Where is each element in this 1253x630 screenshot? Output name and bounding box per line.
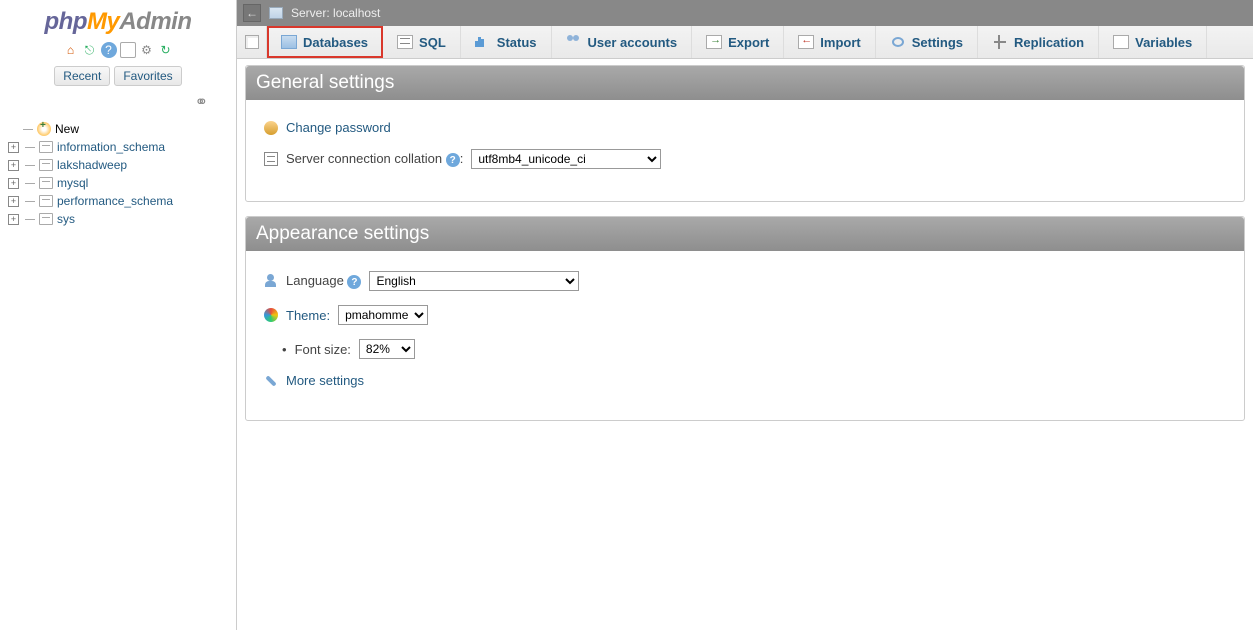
users-icon [566, 35, 582, 49]
palette-icon [264, 308, 278, 322]
home-icon[interactable]: ⌂ [63, 42, 79, 58]
tab-sql[interactable]: SQL [383, 26, 461, 58]
status-icon [475, 35, 491, 49]
panel-title: Appearance settings [246, 217, 1244, 251]
breadcrumb-label[interactable]: Server: localhost [291, 6, 380, 20]
panel-title: General settings [246, 66, 1244, 100]
tree-new[interactable]: New [8, 120, 232, 138]
collation-select[interactable]: utf8mb4_unicode_ci [471, 149, 661, 169]
database-icon [39, 177, 53, 189]
back-button[interactable]: ← [243, 4, 261, 22]
expand-icon[interactable]: + [8, 160, 19, 171]
tab-settings[interactable]: Settings [876, 26, 978, 58]
tab-databases[interactable]: Databases [267, 26, 383, 58]
new-icon [37, 122, 51, 136]
gear-icon[interactable]: ⚙ [139, 42, 155, 58]
theme-label[interactable]: Theme: [286, 308, 330, 323]
breadcrumb: ← Server: localhost [237, 0, 1253, 26]
tree-item-mysql[interactable]: + mysql [8, 174, 232, 192]
replication-icon [992, 35, 1008, 49]
expand-icon[interactable]: + [8, 178, 19, 189]
collation-icon [264, 152, 278, 166]
expand-icon[interactable]: + [8, 214, 19, 225]
tree-item-sys[interactable]: + sys [8, 210, 232, 228]
sql-icon [397, 35, 413, 49]
export-icon [706, 35, 722, 49]
settings-icon [890, 35, 906, 49]
sidebar-tabs: Recent Favorites [0, 64, 236, 90]
more-settings-link[interactable]: More settings [286, 373, 364, 388]
wrench-icon [264, 374, 278, 388]
server-icon [269, 7, 283, 19]
sidebar-toolbar: ⌂ ⎋ ? ⚙ ↻ [0, 38, 236, 64]
sidebar: phpMyAdmin ⌂ ⎋ ? ⚙ ↻ Recent Favorites ⚭ … [0, 0, 237, 630]
exit-icon[interactable]: ⎋ [82, 42, 98, 58]
tree-item-information_schema[interactable]: + information_schema [8, 138, 232, 156]
tab-import[interactable]: Import [784, 26, 875, 58]
docs-icon[interactable] [120, 42, 136, 58]
database-icon [39, 213, 53, 225]
db-tree: New + information_schema + lakshadweep +… [0, 116, 236, 232]
collapse-link-icon[interactable]: ⚭ [0, 90, 236, 116]
nav-handle[interactable] [237, 26, 267, 58]
main: ← Server: localhost Databases SQL Status [237, 0, 1253, 630]
help-icon[interactable]: ? [101, 42, 117, 58]
database-icon [39, 159, 53, 171]
database-icon [39, 141, 53, 153]
top-nav: Databases SQL Status User accounts Expor… [237, 26, 1253, 59]
database-icon [281, 35, 297, 49]
change-password-link[interactable]: Change password [286, 120, 391, 135]
tree-item-lakshadweep[interactable]: + lakshadweep [8, 156, 232, 174]
tab-export[interactable]: Export [692, 26, 784, 58]
tab-recent[interactable]: Recent [54, 66, 110, 86]
panel-appearance-settings: Appearance settings Language ? English [245, 216, 1245, 421]
fontsize-select[interactable]: 82% [359, 339, 415, 359]
tree-item-performance_schema[interactable]: + performance_schema [8, 192, 232, 210]
expand-icon[interactable]: + [8, 196, 19, 207]
language-label: Language ? [286, 273, 361, 290]
panel-general-settings: General settings Change password Server … [245, 65, 1245, 202]
content: General settings Change password Server … [237, 59, 1253, 441]
help-icon[interactable]: ? [446, 153, 460, 167]
variables-icon [1113, 35, 1129, 49]
person-icon [264, 274, 278, 288]
expand-icon[interactable]: + [8, 142, 19, 153]
tab-status[interactable]: Status [461, 26, 552, 58]
tab-replication[interactable]: Replication [978, 26, 1099, 58]
tab-favorites[interactable]: Favorites [114, 66, 181, 86]
database-icon [39, 195, 53, 207]
key-icon [264, 121, 278, 135]
tab-user-accounts[interactable]: User accounts [552, 26, 693, 58]
language-select[interactable]: English [369, 271, 579, 291]
reload-icon[interactable]: ↻ [158, 42, 174, 58]
theme-select[interactable]: pmahomme [338, 305, 428, 325]
import-icon [798, 35, 814, 49]
collation-label: Server connection collation ?: [286, 151, 463, 168]
tab-variables[interactable]: Variables [1099, 26, 1207, 58]
logo[interactable]: phpMyAdmin [0, 0, 236, 38]
help-icon[interactable]: ? [347, 275, 361, 289]
fontsize-label: Font size: [295, 342, 351, 357]
